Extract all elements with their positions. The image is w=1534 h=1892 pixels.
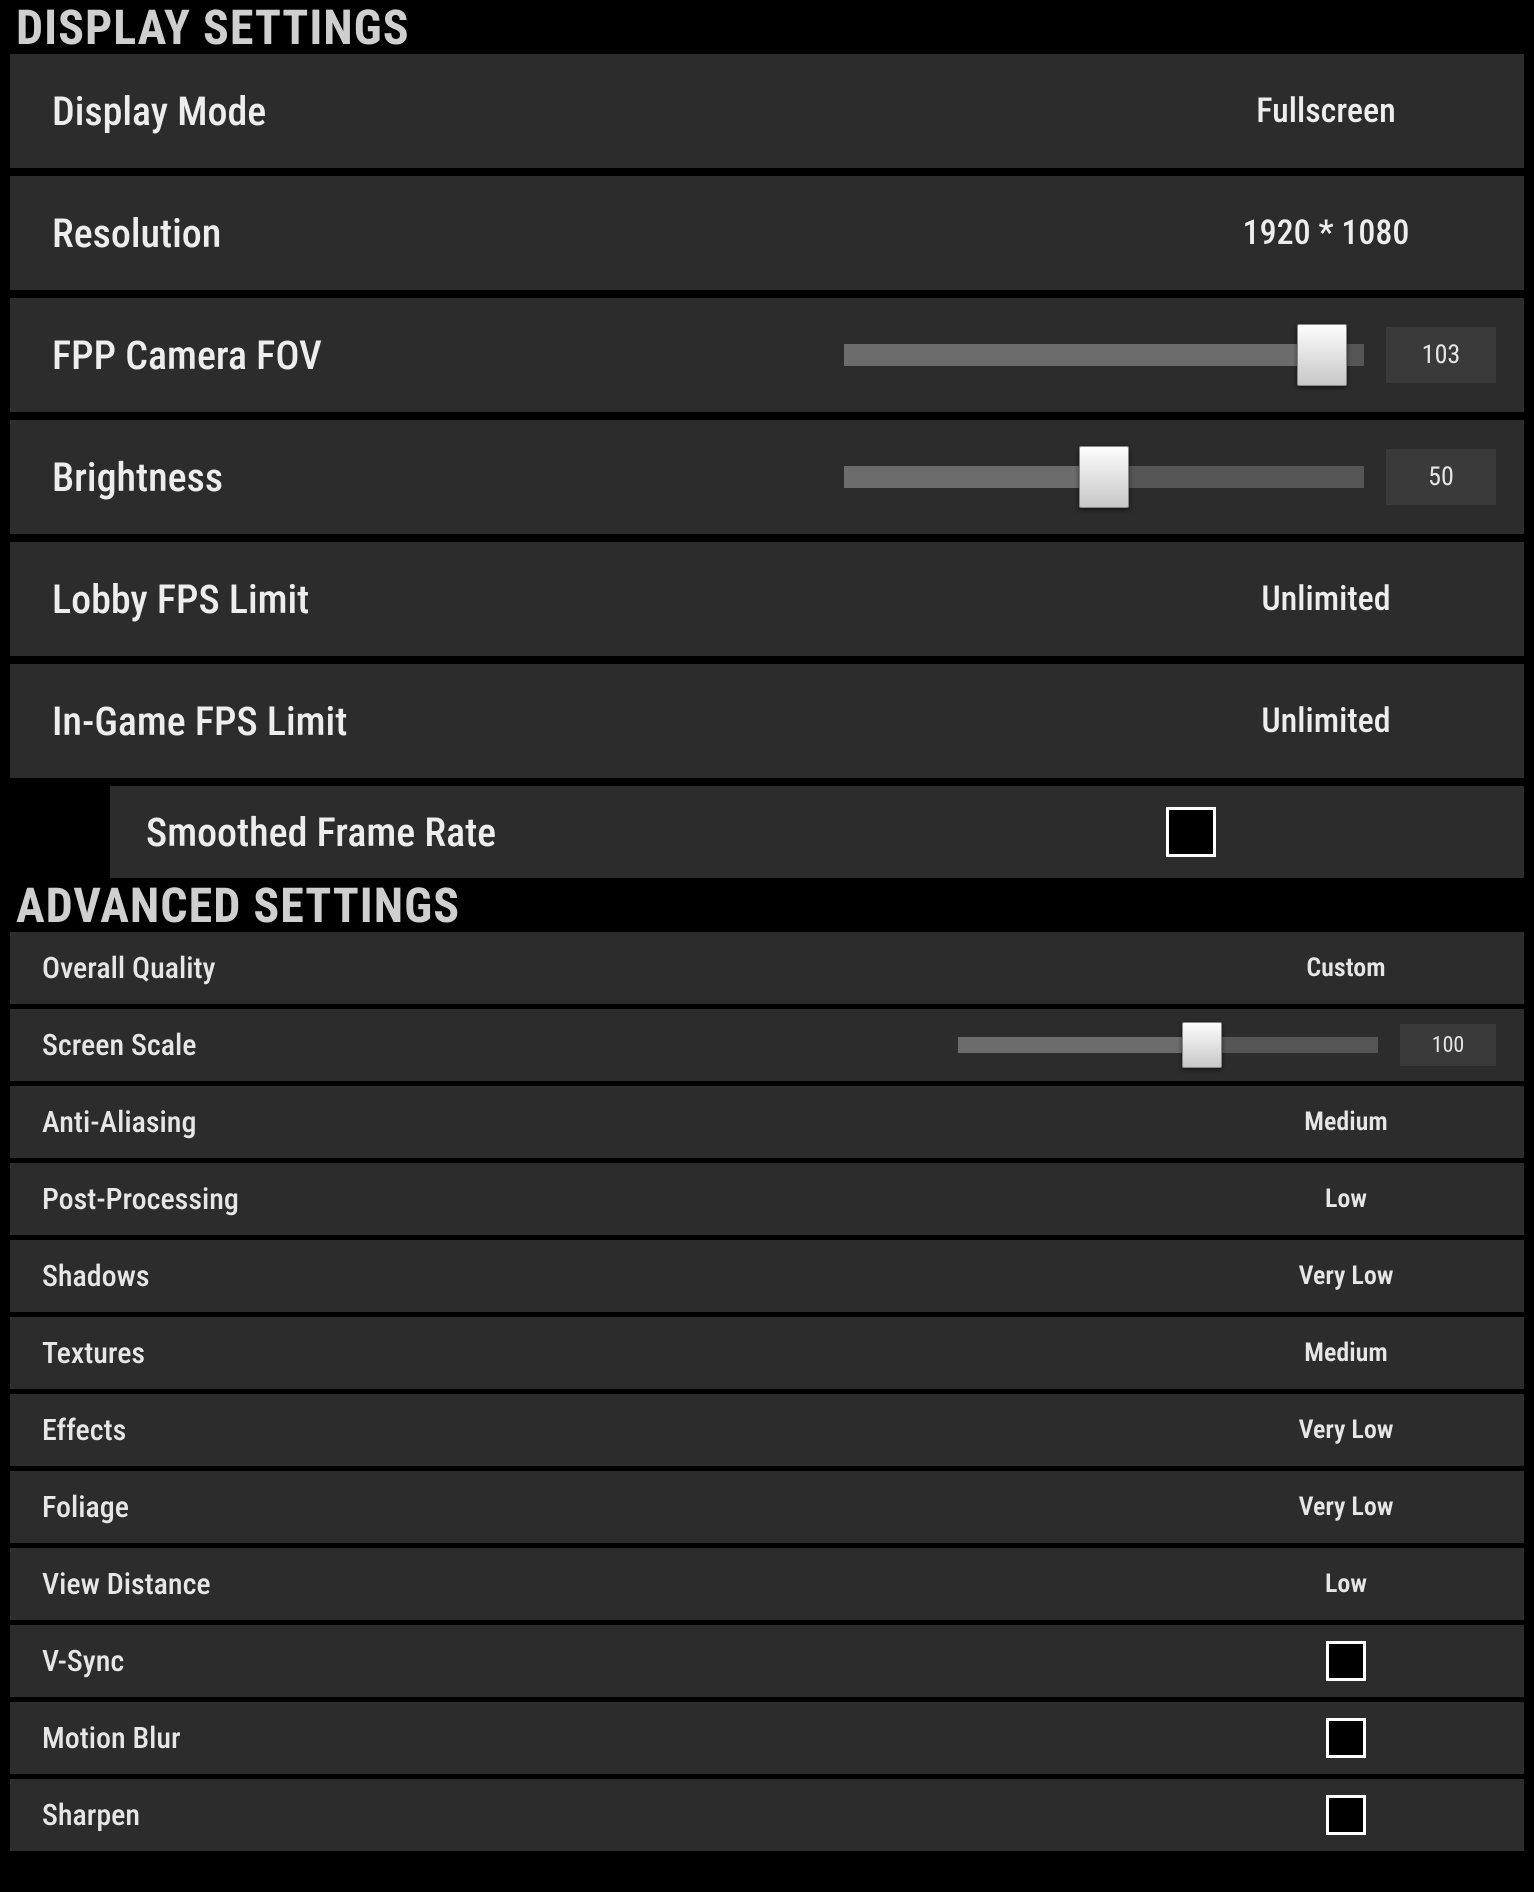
row-ingame-fps[interactable]: In-Game FPS Limit Unlimited [10, 664, 1524, 786]
label-post-processing: Post-Processing [42, 1182, 239, 1217]
row-smoothed-frame-rate[interactable]: Smoothed Frame Rate [110, 786, 1524, 878]
row-brightness[interactable]: Brightness 50 [10, 420, 1524, 542]
label-smoothed-frame-rate: Smoothed Frame Rate [146, 809, 496, 856]
value-post-processing: Low [1196, 1184, 1496, 1214]
checkbox-vsync[interactable] [1326, 1641, 1366, 1681]
label-ingame-fps: In-Game FPS Limit [52, 698, 347, 745]
label-display-mode: Display Mode [52, 88, 266, 135]
row-lobby-fps[interactable]: Lobby FPS Limit Unlimited [10, 542, 1524, 664]
value-overall-quality: Custom [1196, 953, 1496, 983]
value-foliage: Very Low [1196, 1492, 1496, 1522]
row-display-mode[interactable]: Display Mode Fullscreen [10, 54, 1524, 176]
value-fpp-fov: 103 [1386, 327, 1496, 383]
row-fpp-fov[interactable]: FPP Camera FOV 103 [10, 298, 1524, 420]
checkbox-motion-blur[interactable] [1326, 1718, 1366, 1758]
label-fpp-fov: FPP Camera FOV [52, 332, 322, 379]
label-vsync: V-Sync [42, 1644, 124, 1679]
row-textures[interactable]: Textures Medium [10, 1317, 1524, 1394]
label-shadows: Shadows [42, 1259, 150, 1294]
label-overall-quality: Overall Quality [42, 951, 215, 986]
value-textures: Medium [1196, 1338, 1496, 1368]
value-resolution: 1920 * 1080 [1156, 213, 1496, 253]
checkbox-smoothed-frame-rate[interactable] [1166, 807, 1216, 857]
row-anti-aliasing[interactable]: Anti-Aliasing Medium [10, 1086, 1524, 1163]
slider-handle[interactable] [1079, 446, 1129, 508]
label-effects: Effects [42, 1413, 126, 1448]
row-effects[interactable]: Effects Very Low [10, 1394, 1524, 1471]
value-ingame-fps: Unlimited [1156, 701, 1496, 741]
value-screen-scale: 100 [1400, 1024, 1496, 1066]
row-sharpen[interactable]: Sharpen [10, 1779, 1524, 1851]
label-resolution: Resolution [52, 210, 221, 257]
value-shadows: Very Low [1196, 1261, 1496, 1291]
slider-brightness[interactable] [844, 455, 1364, 499]
value-lobby-fps: Unlimited [1156, 579, 1496, 619]
label-lobby-fps: Lobby FPS Limit [52, 576, 309, 623]
label-screen-scale: Screen Scale [42, 1028, 196, 1063]
row-resolution[interactable]: Resolution 1920 * 1080 [10, 176, 1524, 298]
checkbox-sharpen[interactable] [1326, 1795, 1366, 1835]
row-shadows[interactable]: Shadows Very Low [10, 1240, 1524, 1317]
value-view-distance: Low [1196, 1569, 1496, 1599]
row-view-distance[interactable]: View Distance Low [10, 1548, 1524, 1625]
label-foliage: Foliage [42, 1490, 129, 1525]
label-motion-blur: Motion Blur [42, 1721, 181, 1756]
slider-handle[interactable] [1182, 1022, 1222, 1068]
label-view-distance: View Distance [42, 1567, 211, 1602]
row-overall-quality[interactable]: Overall Quality Custom [10, 932, 1524, 1009]
row-post-processing[interactable]: Post-Processing Low [10, 1163, 1524, 1240]
label-brightness: Brightness [52, 454, 223, 501]
row-motion-blur[interactable]: Motion Blur [10, 1702, 1524, 1779]
label-anti-aliasing: Anti-Aliasing [42, 1105, 196, 1140]
slider-fpp-fov[interactable] [844, 333, 1364, 377]
row-screen-scale[interactable]: Screen Scale 100 [10, 1009, 1524, 1086]
row-foliage[interactable]: Foliage Very Low [10, 1471, 1524, 1548]
display-settings-header: Display Settings [0, 0, 1534, 54]
row-vsync[interactable]: V-Sync [10, 1625, 1524, 1702]
value-brightness: 50 [1386, 449, 1496, 505]
label-textures: Textures [42, 1336, 145, 1371]
slider-screen-scale[interactable] [958, 1023, 1378, 1067]
value-effects: Very Low [1196, 1415, 1496, 1445]
value-display-mode: Fullscreen [1156, 91, 1496, 131]
label-sharpen: Sharpen [42, 1798, 140, 1833]
value-anti-aliasing: Medium [1196, 1107, 1496, 1137]
advanced-settings-header: Advanced Settings [0, 878, 1534, 932]
slider-handle[interactable] [1297, 324, 1347, 386]
